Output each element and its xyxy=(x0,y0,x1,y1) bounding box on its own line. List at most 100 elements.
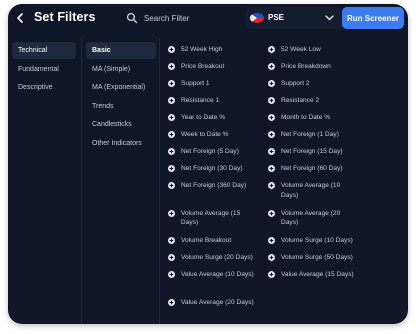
filter-option-label: Week to Date % xyxy=(181,131,229,138)
market-label: PSE xyxy=(268,13,285,22)
plus-circle-icon[interactable] xyxy=(268,237,275,244)
chevron-down-icon xyxy=(325,15,334,21)
plus-circle-icon[interactable] xyxy=(268,165,275,172)
filter-option-value-average-10-days[interactable]: Value Average (10 Days) xyxy=(168,267,268,295)
filter-option-label: Volume Surge (50 Days) xyxy=(281,254,353,261)
plus-circle-icon[interactable] xyxy=(168,182,175,189)
plus-circle-icon[interactable] xyxy=(168,209,175,217)
plus-circle-icon[interactable] xyxy=(168,298,175,306)
subcategory-list: Basic MA (Simple) MA (Exponential) Trends Ca… xyxy=(82,38,160,324)
filter-option-week-to-date[interactable]: Week to Date % xyxy=(168,127,268,144)
plus-circle-icon[interactable] xyxy=(268,97,275,104)
filter-option-label: Net Foreign (30 Day) xyxy=(181,165,243,172)
filter-panels: Technical Fundamental Descriptive Basic MA … xyxy=(8,38,408,324)
page-title: Set Filters xyxy=(34,10,96,24)
plus-circle-icon[interactable] xyxy=(268,114,275,121)
plus-circle-icon[interactable] xyxy=(268,254,275,261)
filter-option-value-average-15-days[interactable]: Value Average (15 Days) xyxy=(268,267,368,295)
search-icon xyxy=(126,12,138,24)
filter-option-net-foreign-5-day[interactable]: Net Foreign (5 Day) xyxy=(168,144,268,161)
run-screener-button[interactable]: Run Screener xyxy=(342,7,404,29)
plus-circle-icon[interactable] xyxy=(268,209,275,217)
plus-circle-icon[interactable] xyxy=(268,182,275,189)
filter-option-volume-surge-20-days[interactable]: Volume Surge (20 Days) xyxy=(168,250,268,267)
filter-option-resistance-2[interactable]: Resistance 2 xyxy=(268,93,368,110)
search-input[interactable] xyxy=(144,13,234,23)
filter-option-label: Resistance 2 xyxy=(281,97,320,104)
filter-option-volume-surge-50-days[interactable]: Volume Surge (50 Days) xyxy=(268,250,368,267)
plus-circle-icon[interactable] xyxy=(168,271,175,278)
chevron-left-icon xyxy=(17,13,23,23)
filter-option-label: 52 Week Low xyxy=(281,46,321,53)
filter-option-value-average-20-days[interactable]: Value Average (20 Days) xyxy=(168,295,268,323)
subcategory-item-ma-exponential[interactable]: MA (Exponential) xyxy=(86,79,156,96)
filter-option-52-week-high[interactable]: 52 Week High xyxy=(168,42,268,59)
plus-circle-icon[interactable] xyxy=(268,271,275,278)
filter-option-net-foreign-30-day[interactable]: Net Foreign (30 Day) xyxy=(168,161,268,178)
filter-option-label: Volume Average (20 Days) xyxy=(281,209,341,227)
filter-option-label: Net Foreign (1 Day) xyxy=(281,131,339,138)
filter-option-support-1[interactable]: Support 1 xyxy=(168,76,268,93)
filter-option-label: Net Foreign (15 Day) xyxy=(281,148,343,155)
filter-option-label: Year to Date % xyxy=(181,114,226,121)
filter-option-label: 52 Week High xyxy=(181,46,223,53)
filter-option-label: Month to Date % xyxy=(281,114,331,121)
plus-circle-icon[interactable] xyxy=(268,80,275,87)
subcategory-item-candlesticks[interactable]: Candlesticks xyxy=(86,116,156,133)
filter-option-volume-surge-10-days[interactable]: Volume Surge (10 Days) xyxy=(268,233,368,250)
plus-circle-icon[interactable] xyxy=(168,63,175,70)
plus-circle-icon[interactable] xyxy=(168,131,175,138)
filter-option-52-week-low[interactable]: 52 Week Low xyxy=(268,42,368,59)
filter-option-label: Value Average (10 Days) xyxy=(181,271,254,278)
filter-option-price-breakdown[interactable]: Price Breakdown xyxy=(268,59,368,76)
back-button[interactable] xyxy=(15,11,25,25)
header: Set Filters PSE Run Screener xyxy=(8,4,408,32)
filter-option-net-foreign-360-day[interactable]: Net Foreign (360 Day) xyxy=(168,178,268,206)
plus-circle-icon[interactable] xyxy=(268,131,275,138)
filter-option-support-2[interactable]: Support 2 xyxy=(268,76,368,93)
filter-option-net-foreign-15-day[interactable]: Net Foreign (15 Day) xyxy=(268,144,368,161)
plus-circle-icon[interactable] xyxy=(168,46,175,53)
market-select[interactable]: PSE xyxy=(246,7,342,29)
filter-option-year-to-date[interactable]: Year to Date % xyxy=(168,110,268,127)
filter-option-label: Net Foreign (5 Day) xyxy=(181,148,239,155)
filter-option-label: Net Foreign (360 Day) xyxy=(181,182,247,189)
filter-option-net-foreign-1-day[interactable]: Net Foreign (1 Day) xyxy=(268,127,368,144)
plus-circle-icon[interactable] xyxy=(168,80,175,87)
plus-circle-icon[interactable] xyxy=(268,46,275,53)
plus-circle-icon[interactable] xyxy=(168,97,175,104)
plus-circle-icon[interactable] xyxy=(168,254,175,261)
filter-option-month-to-date[interactable]: Month to Date % xyxy=(268,110,368,127)
filter-option-volume-average-15-days[interactable]: Volume Average (15 Days) xyxy=(168,206,268,234)
category-item-technical[interactable]: Technical xyxy=(12,42,76,59)
filter-option-resistance-1[interactable]: Resistance 1 xyxy=(168,93,268,110)
plus-circle-icon[interactable] xyxy=(168,148,175,155)
filter-option-label: Support 1 xyxy=(181,80,210,87)
filter-option-label: Support 2 xyxy=(281,80,310,87)
subcategory-item-trends[interactable]: Trends xyxy=(86,98,156,115)
category-item-descriptive[interactable]: Descriptive xyxy=(12,79,76,96)
subcategory-item-ma-simple[interactable]: MA (Simple) xyxy=(86,61,156,78)
filter-option-label: Volume Breakout xyxy=(181,237,232,244)
category-list: Technical Fundamental Descriptive xyxy=(8,38,82,324)
plus-circle-icon[interactable] xyxy=(168,165,175,172)
subcategory-item-other-indicators[interactable]: Other Indicators xyxy=(86,135,156,152)
filter-option-volume-average-10-days[interactable]: Volume Average (10 Days) xyxy=(268,178,368,206)
plus-circle-icon[interactable] xyxy=(268,148,275,155)
filter-option-label: Volume Surge (20 Days) xyxy=(181,254,253,261)
filter-option-label: Volume Surge (10 Days) xyxy=(281,237,353,244)
filter-option-label: Value Average (20 Days) xyxy=(181,298,254,306)
filter-option-net-foreign-60-day[interactable]: Net Foreign (60 Day) xyxy=(268,161,368,178)
filter-option-label: Volume Average (10 Days) xyxy=(281,182,341,199)
plus-circle-icon[interactable] xyxy=(168,237,175,244)
subcategory-item-basic[interactable]: Basic xyxy=(86,42,156,59)
filter-option-volume-average-20-days[interactable]: Volume Average (20 Days) xyxy=(268,206,368,234)
filter-option-label: Net Foreign (60 Day) xyxy=(281,165,343,172)
filter-screen: Set Filters PSE Run Screener Technical Fu… xyxy=(8,4,408,324)
plus-circle-icon[interactable] xyxy=(268,63,275,70)
search-box[interactable] xyxy=(126,10,238,26)
plus-circle-icon[interactable] xyxy=(168,114,175,121)
category-item-fundamental[interactable]: Fundamental xyxy=(12,61,76,78)
filter-option-price-breakout[interactable]: Price Breakout xyxy=(168,59,268,76)
filter-option-volume-breakout[interactable]: Volume Breakout xyxy=(168,233,268,250)
